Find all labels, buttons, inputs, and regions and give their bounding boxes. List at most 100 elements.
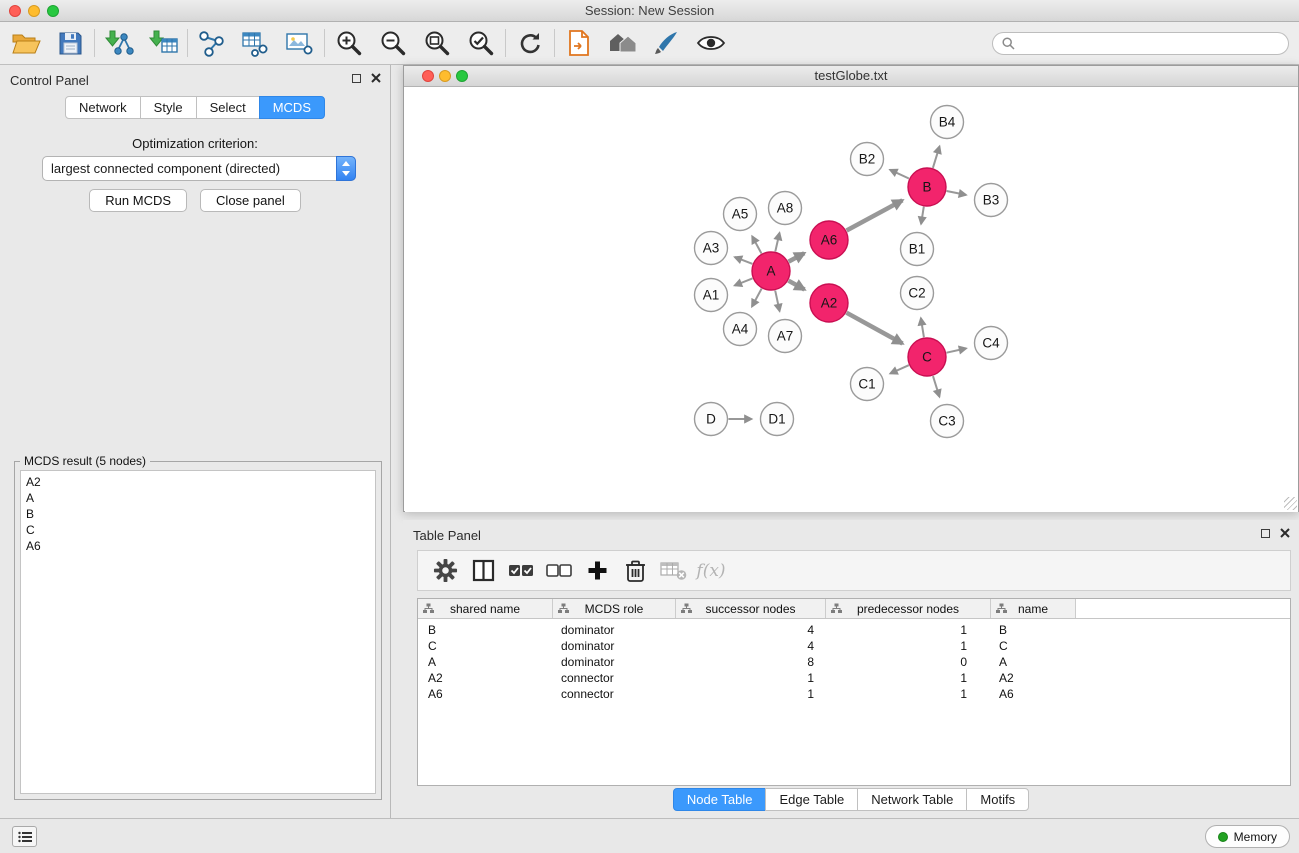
zoom-window-button[interactable] xyxy=(47,5,59,17)
new-network-button[interactable] xyxy=(190,25,234,61)
graph-edge-A-A7[interactable] xyxy=(775,291,779,312)
graph-node-B[interactable]: B xyxy=(908,168,946,206)
graph-node-C3[interactable]: C3 xyxy=(931,405,964,438)
table-row[interactable]: Bdominator41B xyxy=(418,622,1290,638)
open-session-button[interactable] xyxy=(4,25,48,61)
close-window-button[interactable] xyxy=(9,5,21,17)
task-history-button[interactable] xyxy=(12,826,37,847)
graph-node-B3[interactable]: B3 xyxy=(975,184,1008,217)
table-cell[interactable]: A6 xyxy=(991,686,1076,702)
function-builder-button[interactable]: f(x) xyxy=(692,554,730,588)
graph-node-C4[interactable]: C4 xyxy=(975,327,1008,360)
mcds-result-item[interactable]: B xyxy=(26,506,370,522)
graph-node-C2[interactable]: C2 xyxy=(901,277,934,310)
graph-node-A4[interactable]: A4 xyxy=(724,313,757,346)
mcds-result-item[interactable]: A6 xyxy=(26,538,370,554)
table-cell[interactable]: 4 xyxy=(676,622,826,638)
tab-node-table[interactable]: Node Table xyxy=(673,788,767,811)
float-panel-icon[interactable] xyxy=(1261,529,1270,538)
style-brush-button[interactable] xyxy=(645,25,689,61)
memory-button[interactable]: Memory xyxy=(1205,825,1290,848)
table-cell[interactable]: connector xyxy=(553,670,676,686)
tab-motifs[interactable]: Motifs xyxy=(966,788,1029,811)
table-cell[interactable]: A6 xyxy=(418,686,553,702)
graph-node-A3[interactable]: A3 xyxy=(695,232,728,265)
graph-node-A1[interactable]: A1 xyxy=(695,279,728,312)
graph-node-D[interactable]: D xyxy=(695,403,728,436)
import-network-button[interactable] xyxy=(97,25,141,61)
column-header-predecessor-nodes[interactable]: predecessor nodes xyxy=(826,599,991,618)
mcds-result-item[interactable]: C xyxy=(26,522,370,538)
tab-network[interactable]: Network xyxy=(65,96,141,119)
import-table-button[interactable] xyxy=(141,25,185,61)
graph-edge-A-A1[interactable] xyxy=(735,278,753,285)
select-all-columns-button[interactable] xyxy=(502,554,540,588)
table-cell[interactable]: 0 xyxy=(826,654,991,670)
tab-edge-table[interactable]: Edge Table xyxy=(765,788,858,811)
column-header-successor-nodes[interactable]: successor nodes xyxy=(676,599,826,618)
table-cell[interactable]: A2 xyxy=(418,670,553,686)
run-mcds-button[interactable]: Run MCDS xyxy=(89,189,187,212)
graph-edge-A-A6[interactable] xyxy=(789,253,805,261)
table-cell[interactable]: 1 xyxy=(676,686,826,702)
zoom-fit-button[interactable] xyxy=(415,25,459,61)
table-cell[interactable]: 4 xyxy=(676,638,826,654)
table-cell[interactable]: connector xyxy=(553,686,676,702)
table-cell[interactable]: C xyxy=(418,638,553,654)
table-cell[interactable]: 1 xyxy=(826,638,991,654)
network-table-button[interactable] xyxy=(234,25,278,61)
mcds-result-item[interactable]: A2 xyxy=(26,474,370,490)
graph-node-B4[interactable]: B4 xyxy=(931,106,964,139)
graph-edge-A2-C[interactable] xyxy=(847,313,903,344)
graph-node-A2[interactable]: A2 xyxy=(810,284,848,322)
add-row-button[interactable] xyxy=(578,554,616,588)
minimize-window-button[interactable] xyxy=(28,5,40,17)
graph-node-B1[interactable]: B1 xyxy=(901,233,934,266)
graph-node-A6[interactable]: A6 xyxy=(810,221,848,259)
table-row[interactable]: A6connector11A6 xyxy=(418,686,1290,702)
table-cell[interactable]: A xyxy=(991,654,1076,670)
graph-edge-A-A2[interactable] xyxy=(789,281,805,290)
tab-select[interactable]: Select xyxy=(196,96,260,119)
table-settings-button[interactable] xyxy=(426,554,464,588)
close-panel-icon[interactable] xyxy=(371,73,381,83)
table-cell[interactable]: A xyxy=(418,654,553,670)
save-session-button[interactable] xyxy=(48,25,92,61)
zoom-selected-button[interactable] xyxy=(459,25,503,61)
table-cell[interactable]: 8 xyxy=(676,654,826,670)
search-field[interactable] xyxy=(992,32,1289,55)
table-row[interactable]: Cdominator41C xyxy=(418,638,1290,654)
close-panel-button[interactable]: Close panel xyxy=(200,189,301,212)
graph-node-C[interactable]: C xyxy=(908,338,946,376)
show-columns-button[interactable] xyxy=(464,554,502,588)
close-panel-icon[interactable] xyxy=(1280,528,1290,538)
float-panel-icon[interactable] xyxy=(352,74,361,83)
graph-edge-C-C3[interactable] xyxy=(933,376,939,397)
graph-edge-A-A3[interactable] xyxy=(735,257,753,264)
graph-edge-B-B3[interactable] xyxy=(947,191,966,195)
column-header-shared-name[interactable]: shared name xyxy=(418,599,553,618)
table-cell[interactable]: A2 xyxy=(991,670,1076,686)
graph-edge-A-A8[interactable] xyxy=(775,233,779,252)
graph-edge-C-C4[interactable] xyxy=(947,348,967,352)
graph-node-A8[interactable]: A8 xyxy=(769,192,802,225)
graph-node-A5[interactable]: A5 xyxy=(724,198,757,231)
network-window-titlebar[interactable]: testGlobe.txt xyxy=(404,66,1298,87)
mcds-result-item[interactable]: A xyxy=(26,490,370,506)
table-row[interactable]: Adominator80A xyxy=(418,654,1290,670)
table-cell[interactable]: B xyxy=(418,622,553,638)
graph-edge-C-C1[interactable] xyxy=(890,365,909,373)
show-hide-button[interactable] xyxy=(689,25,733,61)
graph-edge-B-B2[interactable] xyxy=(890,170,909,179)
close-network-window-button[interactable] xyxy=(422,70,434,82)
tab-network-table[interactable]: Network Table xyxy=(857,788,967,811)
graph-node-B2[interactable]: B2 xyxy=(851,143,884,176)
open-document-button[interactable] xyxy=(557,25,601,61)
table-cell[interactable]: 1 xyxy=(826,622,991,638)
column-header-name[interactable]: name xyxy=(991,599,1076,618)
graph-edge-B-B1[interactable] xyxy=(921,207,924,224)
search-input[interactable] xyxy=(1020,36,1279,50)
graph-node-C1[interactable]: C1 xyxy=(851,368,884,401)
minimize-network-window-button[interactable] xyxy=(439,70,451,82)
graph-node-A7[interactable]: A7 xyxy=(769,320,802,353)
